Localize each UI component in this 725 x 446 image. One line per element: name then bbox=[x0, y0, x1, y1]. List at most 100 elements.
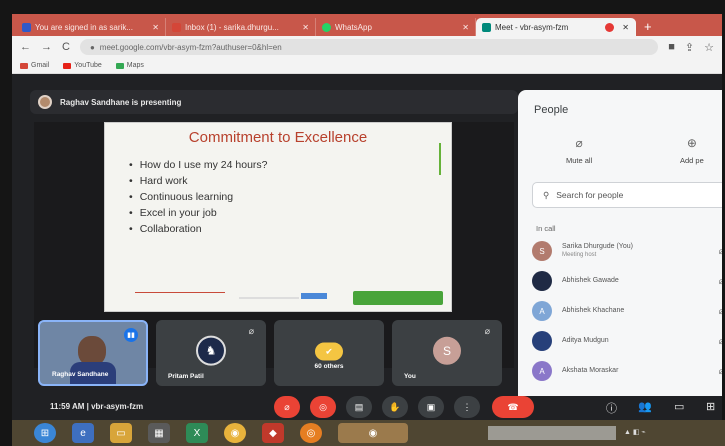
gmail-icon bbox=[20, 62, 28, 69]
participant-avatar: A bbox=[532, 301, 552, 321]
hangup-icon[interactable]: ☎ bbox=[492, 396, 534, 418]
search-icon: ⚲ bbox=[543, 189, 550, 200]
close-tab-icon[interactable]: ✕ bbox=[622, 23, 629, 32]
slide-footer-logo bbox=[301, 293, 327, 299]
bookmark-maps[interactable]: Maps bbox=[115, 62, 144, 69]
mute-all-button[interactable]: ⌀ Mute all bbox=[566, 136, 592, 165]
captions-icon[interactable]: ▤ bbox=[346, 396, 372, 418]
forward-arrow-icon[interactable]: → bbox=[41, 41, 52, 53]
participant-name: Abhishek Khachane bbox=[562, 307, 625, 314]
share-icon[interactable]: ⇪ bbox=[685, 41, 694, 54]
bookmark-youtube[interactable]: YouTube bbox=[63, 62, 102, 69]
mic-off-icon: ⌀ bbox=[575, 136, 583, 150]
search-placeholder: Search for people bbox=[556, 190, 624, 200]
browser-tab-signed-in[interactable]: You are signed in as sarik... ✕ bbox=[16, 18, 166, 36]
system-tray[interactable]: ▲ ◧ ⌁ bbox=[624, 428, 646, 436]
tile-name: Pritam Patil bbox=[168, 373, 204, 380]
add-person-icon: ⊕ bbox=[686, 136, 697, 150]
tab-label: Meet - vbr-asym-fzm bbox=[495, 22, 569, 32]
participant-name: Abhishek Gawade bbox=[562, 277, 619, 284]
tab-favicon-icon bbox=[22, 22, 31, 32]
close-tab-icon[interactable]: ✕ bbox=[302, 23, 309, 32]
participant-tile-you[interactable]: ⌀ S You bbox=[392, 320, 502, 386]
speaking-indicator-icon: ▮▮ bbox=[124, 328, 138, 342]
mic-off-icon: ⌀ bbox=[484, 326, 490, 336]
start-button-icon[interactable]: ⊞ bbox=[34, 423, 56, 443]
bookmark-label: Gmail bbox=[31, 62, 50, 69]
mic-off-icon[interactable]: ⌀ bbox=[719, 306, 722, 317]
file-explorer-icon[interactable]: ▭ bbox=[110, 423, 132, 443]
app-icon[interactable]: ▦ bbox=[148, 423, 170, 443]
mic-off-icon[interactable]: ⌀ bbox=[719, 366, 722, 377]
slide-bullet: How do I use my 24 hours? bbox=[129, 157, 268, 173]
mic-off-icon: ⌀ bbox=[248, 326, 254, 336]
lock-icon: ● bbox=[89, 42, 95, 52]
slide-bullet: Collaboration bbox=[129, 221, 268, 237]
more-options-icon[interactable]: ⋮ bbox=[454, 396, 480, 418]
camera-indicator-icon[interactable]: ■ bbox=[668, 41, 675, 53]
participant-row[interactable]: A Akshata Moraskar ⌀ bbox=[532, 360, 722, 382]
url-field[interactable]: ● meet.google.com/vbr-asym-fzm?authuser=… bbox=[79, 39, 659, 55]
tab-label: You are signed in as sarik... bbox=[35, 22, 133, 32]
participant-row[interactable]: A Abhishek Khachane ⌀ bbox=[532, 300, 722, 322]
taskbar-search-box[interactable] bbox=[488, 426, 616, 440]
browser-tab-inbox[interactable]: Inbox (1) - sarika.dhurgu... ✕ bbox=[166, 18, 316, 36]
chrome-icon[interactable]: ◉ bbox=[224, 423, 246, 443]
slide-footer-banner bbox=[353, 291, 443, 305]
new-tab-icon[interactable]: + bbox=[644, 19, 652, 36]
activities-icon[interactable]: ⊞ bbox=[706, 400, 715, 413]
participant-role: Meeting host bbox=[562, 252, 597, 258]
close-tab-icon[interactable]: ✕ bbox=[152, 23, 159, 32]
slide-bullet: Excel in your job bbox=[129, 205, 268, 221]
mic-off-icon[interactable]: ⌀ bbox=[719, 246, 722, 257]
participant-tile-pritam[interactable]: ⌀ ♞ Pritam Patil bbox=[156, 320, 266, 386]
bookmark-gmail[interactable]: Gmail bbox=[20, 62, 49, 69]
participant-avatar bbox=[532, 331, 552, 351]
search-people-input[interactable]: ⚲ Search for people bbox=[532, 182, 722, 208]
mute-all-label: Mute all bbox=[566, 156, 593, 165]
address-bar-row: ← → C ● meet.google.com/vbr-asym-fzm?aut… bbox=[12, 36, 722, 58]
mic-off-icon[interactable]: ⌀ bbox=[274, 396, 300, 418]
url-text: meet.google.com/vbr-asym-fzm?authuser=0&… bbox=[99, 42, 282, 52]
meeting-code: vbr-asym-fzm bbox=[91, 402, 144, 411]
excel-icon[interactable]: X bbox=[186, 423, 208, 443]
participant-avatar bbox=[532, 271, 552, 291]
meeting-details-icon[interactable]: ⓘ bbox=[606, 400, 617, 416]
reload-icon[interactable]: C bbox=[62, 41, 70, 53]
slide-bullet: Continuous learning bbox=[129, 189, 268, 205]
add-people-label: Add pe bbox=[680, 156, 704, 165]
presenter-text: Raghav Sandhane is presenting bbox=[60, 97, 182, 107]
participant-row[interactable]: Abhishek Gawade ⌀ bbox=[532, 270, 722, 292]
app-icon[interactable]: ◆ bbox=[262, 423, 284, 443]
edge-icon[interactable]: e bbox=[72, 423, 94, 443]
participant-row[interactable]: S Sarika Dhurgude (You) Meeting host ⌀ bbox=[532, 240, 722, 262]
meeting-time: 11:59 AM bbox=[50, 402, 85, 411]
people-icon[interactable]: 👥 bbox=[638, 400, 652, 413]
mic-off-icon[interactable]: ⌀ bbox=[719, 336, 722, 347]
slide-bullet-list: How do I use my 24 hours? Hard work Cont… bbox=[129, 157, 268, 237]
camera-off-icon[interactable]: ◎ bbox=[310, 396, 336, 418]
firefox-icon[interactable]: ◎ bbox=[300, 423, 322, 443]
meet-window: Raghav Sandhane is presenting Commitment… bbox=[12, 74, 722, 420]
browser-tab-whatsapp[interactable]: WhatsApp ✕ bbox=[316, 18, 476, 36]
chrome-window-icon[interactable]: ◉ bbox=[338, 423, 408, 443]
slide-bullet: Hard work bbox=[129, 173, 268, 189]
back-arrow-icon[interactable]: ← bbox=[20, 41, 31, 53]
bookmark-star-icon[interactable]: ☆ bbox=[704, 41, 714, 54]
present-screen-icon[interactable]: ▣ bbox=[418, 396, 444, 418]
chat-icon[interactable]: ▭ bbox=[674, 400, 684, 413]
slide-footer-text bbox=[239, 297, 299, 299]
participant-avatar: S bbox=[532, 241, 552, 261]
add-people-button[interactable]: ⊕ Add pe bbox=[680, 136, 704, 165]
participant-row[interactable]: Aditya Mudgun ⌀ bbox=[532, 330, 722, 352]
mic-off-icon[interactable]: ⌀ bbox=[719, 276, 722, 287]
maps-icon bbox=[115, 62, 124, 69]
participant-tile-raghav[interactable]: ▮▮ Raghav Sandhane bbox=[38, 320, 148, 386]
tab-label: WhatsApp bbox=[335, 22, 372, 32]
raise-hand-icon[interactable]: ✋ bbox=[382, 396, 408, 418]
presenter-banner: Raghav Sandhane is presenting bbox=[30, 90, 518, 114]
participant-tile-others[interactable]: ✔ 60 others bbox=[274, 320, 384, 386]
tile-name: 60 others bbox=[314, 363, 344, 370]
close-tab-icon[interactable]: ✕ bbox=[462, 23, 469, 32]
browser-tab-meet[interactable]: Meet - vbr-asym-fzm ✕ bbox=[476, 18, 636, 36]
